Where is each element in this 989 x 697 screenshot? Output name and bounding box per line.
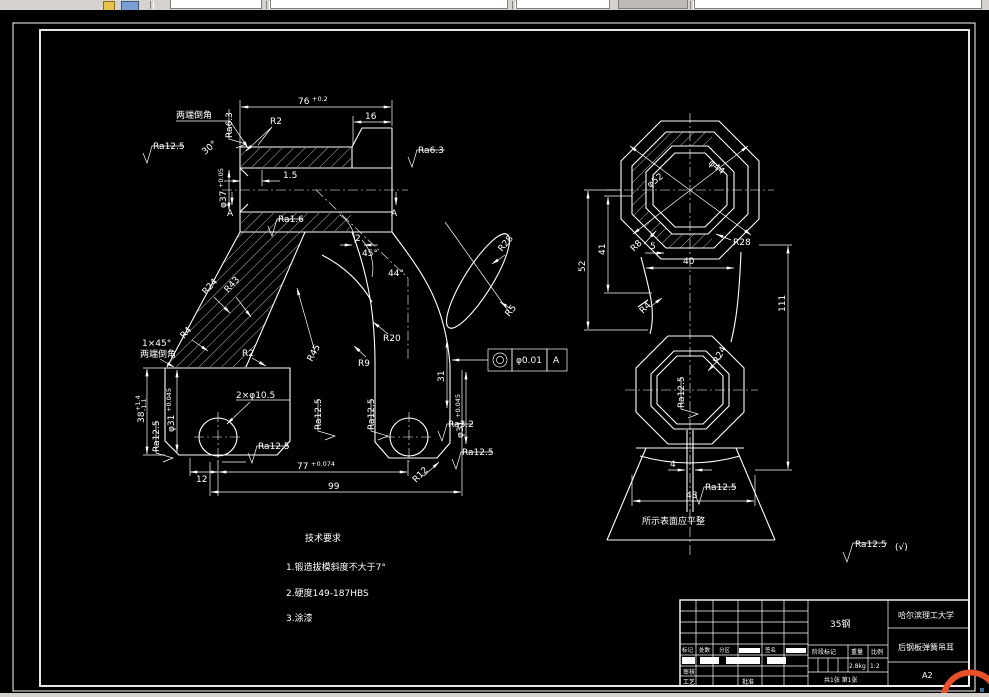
dim-16: 16	[365, 112, 377, 122]
note-chamfer-bottom: 两端倒角	[140, 348, 176, 360]
tb-col-zone: 分区	[719, 646, 731, 654]
dim-phi37: φ37	[219, 191, 229, 208]
dim-1-5: 1.5	[283, 171, 297, 181]
dim-31: 31	[437, 371, 447, 382]
dim-4: 4	[670, 460, 676, 470]
dim-44deg: 44°	[388, 269, 404, 279]
finish-ra1-6-bore: Ra1.6	[278, 215, 304, 225]
finish-ra12-5-mid-vert: Ra12.5	[314, 398, 324, 430]
dim-2: 2	[355, 234, 361, 244]
section-label-a1: A	[227, 209, 234, 219]
general-roughness-paren: (√)	[895, 542, 908, 553]
gdt-value: φ0.01	[516, 356, 542, 366]
dim-38: 38	[137, 411, 147, 423]
note-surface-flat: 所示表面应平整	[642, 515, 705, 527]
general-roughness-value: Ra12.5	[855, 540, 887, 550]
tb-school: 哈尔滨理工大学	[898, 610, 954, 620]
tech-req-title: 技术要求	[305, 532, 341, 544]
dim-41: 41	[598, 244, 608, 255]
label-r9: R9	[358, 359, 370, 369]
status-strip	[0, 693, 989, 697]
label-2xphi10-5: 2×φ10.5	[236, 391, 275, 401]
finish-ra12-5-rightboss-vert: Ra12.5	[367, 398, 377, 430]
label-r2-mid: R2	[242, 349, 254, 359]
tb-row-check: 审核	[683, 668, 695, 676]
dim-phi31-right-tol: +0.045	[454, 394, 462, 418]
tb-weight-label: 重量	[851, 648, 863, 656]
label-r2-top: R2	[270, 117, 282, 127]
dim-52: 52	[578, 261, 588, 272]
tech-req-item-1: 1.锻造拔模斜度不大于7°	[286, 561, 386, 573]
cad-application-window: { "toolbar": { "icons": ["yellow-tool-ic…	[0, 0, 989, 697]
finish-ra6-3-left: Ra6.3	[225, 112, 235, 138]
tb-col-sign: 签名	[765, 646, 776, 654]
dim-phi37-tol: +0.05	[217, 168, 225, 188]
section-label-a2: A	[391, 209, 398, 219]
dim-111: 111	[778, 295, 788, 312]
dim-38-tol-dn: -1.1	[140, 398, 148, 411]
note-chamfer-top: 两端倒角	[176, 109, 212, 121]
finish-ra12-5-bottom-side: Ra12.5	[705, 483, 737, 493]
dim-phi31-left-tol: +0.045	[165, 388, 173, 412]
label-r28-side: R28	[733, 238, 751, 248]
finish-ra12-5-left-vert: Ra12.5	[152, 420, 162, 452]
cad-drawing-canvas[interactable]: A A 76 +0.2 16 1.5 φ37 +0.05 2 45° 44° 3…	[0, 0, 989, 697]
tb-row-process: 工艺	[683, 678, 695, 686]
dim-76-tol: +0.2	[312, 95, 328, 103]
tech-req-item-2: 2.硬度149-187HBS	[286, 587, 369, 599]
gdt-datum: A	[553, 356, 560, 366]
dim-77-tol: +0.074	[311, 460, 335, 468]
tb-stage-label: 阶段标记	[812, 648, 836, 656]
dim-45deg: 45°	[362, 249, 378, 259]
tb-scale-label: 比例	[871, 648, 883, 656]
dim-40: 40	[683, 257, 695, 267]
finish-ra3-2: Ra3.2	[448, 420, 474, 430]
dim-5: 5	[650, 242, 656, 252]
tb-part-name: 后钢板弹簧吊耳	[898, 642, 954, 652]
tb-scale-value: 1:2	[870, 663, 880, 670]
tb-material: 35钢	[830, 618, 850, 630]
tech-req-item-3: 3.涂漆	[286, 612, 313, 624]
tb-col-mark: 标记	[682, 646, 694, 654]
tb-sheet-info: 共1张 第1张	[824, 676, 858, 684]
finish-ra6-3-right: Ra6.3	[418, 146, 444, 156]
dim-12: 12	[196, 475, 207, 485]
dim-76: 76	[298, 97, 310, 107]
tb-row-approve: 批准	[742, 678, 754, 686]
finish-ra12-5-bore-side: Ra12.5	[677, 376, 687, 408]
dim-99: 99	[328, 482, 340, 492]
dim-phi31-left: φ31	[167, 415, 177, 432]
tb-col-count: 处数	[699, 646, 711, 654]
finish-ra12-5-rightboss: Ra12.5	[462, 448, 494, 458]
finish-ra12-5-underboss: Ra12.5	[258, 442, 290, 452]
tb-paper-size: A2	[922, 671, 933, 680]
finish-ra12-5-topleft: Ra12.5	[153, 142, 185, 152]
label-1x45: 1×45°	[142, 339, 171, 349]
dim-77: 77	[297, 462, 308, 472]
label-r20: R20	[383, 334, 401, 344]
tb-weight-value: 2.8kg	[849, 663, 866, 670]
